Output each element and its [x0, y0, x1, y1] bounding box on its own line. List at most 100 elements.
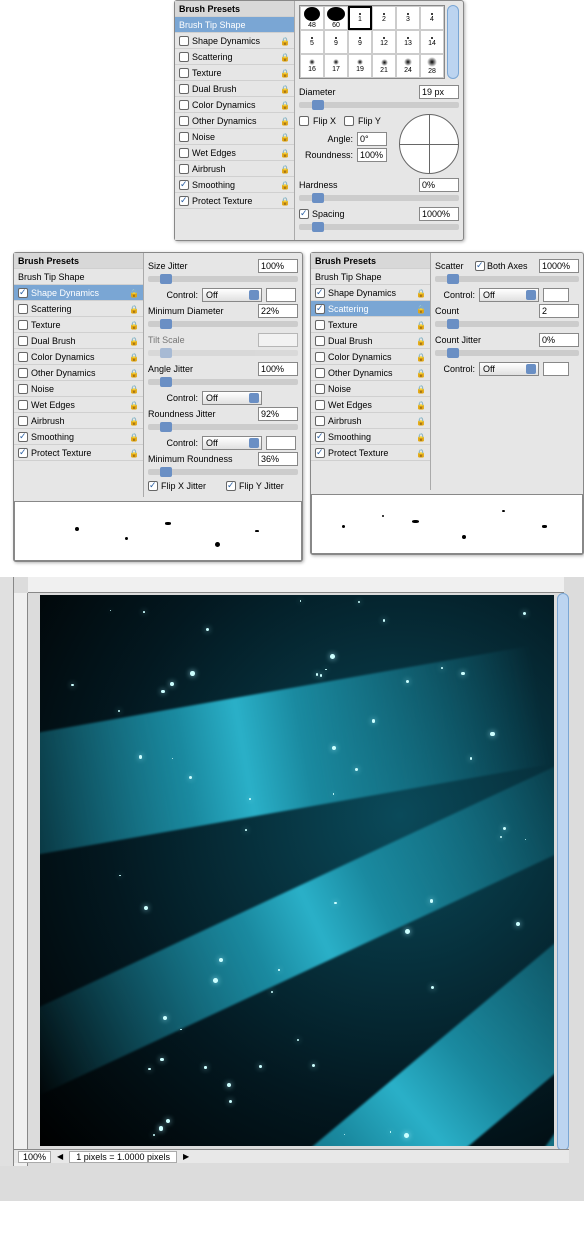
diameter-input[interactable]: 19 px [419, 85, 459, 99]
flipx-checkbox[interactable] [299, 116, 309, 126]
sidebar-item-other-dynamics[interactable]: Other Dynamics [175, 113, 294, 129]
min-roundness-slider[interactable] [148, 469, 298, 475]
sidebar-item-texture[interactable]: Texture [14, 317, 143, 333]
lock-icon[interactable] [129, 400, 139, 410]
checkbox[interactable] [315, 320, 325, 330]
lock-icon[interactable] [416, 400, 426, 410]
min-roundness-input[interactable]: 36% [258, 452, 298, 466]
checkbox[interactable] [315, 368, 325, 378]
lock-icon[interactable] [280, 164, 290, 174]
sidebar-item-shape-dynamics[interactable]: Shape Dynamics [311, 285, 430, 301]
angle-input[interactable]: 0° [357, 132, 387, 146]
checkbox[interactable] [315, 432, 325, 442]
angle-control-dropdown[interactable]: Off [202, 391, 262, 405]
brush-thumbnail[interactable]: 24 [396, 54, 420, 78]
lock-icon[interactable] [416, 352, 426, 362]
count-slider[interactable] [435, 321, 579, 327]
lock-icon[interactable] [416, 368, 426, 378]
lock-icon[interactable] [129, 416, 139, 426]
sidebar-item-noise[interactable]: Noise [175, 129, 294, 145]
vertical-ruler[interactable] [14, 593, 28, 1166]
flipy-checkbox[interactable] [344, 116, 354, 126]
checkbox[interactable] [18, 320, 28, 330]
sidebar-item-scattering[interactable]: Scattering [14, 301, 143, 317]
checkbox[interactable] [18, 288, 28, 298]
count-input[interactable]: 2 [539, 304, 579, 318]
sidebar-item-airbrush[interactable]: Airbrush [14, 413, 143, 429]
sidebar-item-airbrush[interactable]: Airbrush [311, 413, 430, 429]
brush-thumbnail[interactable]: 2 [372, 6, 396, 30]
sidebar-item-airbrush[interactable]: Airbrush [175, 161, 294, 177]
roundness-jitter-slider[interactable] [148, 424, 298, 430]
sidebar-item-color-dynamics[interactable]: Color Dynamics [175, 97, 294, 113]
lock-icon[interactable] [416, 304, 426, 314]
lock-icon[interactable] [280, 52, 290, 62]
brush-presets-header[interactable]: Brush Presets [311, 253, 430, 269]
sidebar-item-dual-brush[interactable]: Dual Brush [14, 333, 143, 349]
min-diameter-input[interactable]: 22% [258, 304, 298, 318]
checkbox[interactable] [179, 116, 189, 126]
lock-icon[interactable] [129, 336, 139, 346]
angle-wheel[interactable] [399, 114, 459, 174]
lock-icon[interactable] [280, 132, 290, 142]
lock-icon[interactable] [416, 432, 426, 442]
flipx-jitter-checkbox[interactable] [148, 481, 158, 491]
brush-thumbnail[interactable]: 19 [348, 54, 372, 78]
sidebar-item-wet-edges[interactable]: Wet Edges [175, 145, 294, 161]
checkbox[interactable] [315, 400, 325, 410]
sidebar-item-dual-brush[interactable]: Dual Brush [311, 333, 430, 349]
scatter-input[interactable]: 1000% [539, 259, 579, 273]
roundness-input[interactable]: 100% [357, 148, 387, 162]
checkbox[interactable] [18, 400, 28, 410]
brush-thumbnail[interactable]: 9 [324, 30, 348, 54]
checkbox[interactable] [315, 288, 325, 298]
brush-grid-scrollbar[interactable] [447, 5, 459, 79]
sidebar-item-smoothing[interactable]: Smoothing [175, 177, 294, 193]
scatter-control-dropdown[interactable]: Off [479, 288, 539, 302]
checkbox[interactable] [18, 304, 28, 314]
sidebar-item-brush-tip-shape[interactable]: Brush Tip Shape [311, 269, 430, 285]
checkbox[interactable] [315, 448, 325, 458]
hardness-slider[interactable] [299, 195, 459, 201]
spacing-slider[interactable] [299, 224, 459, 230]
checkbox[interactable] [315, 416, 325, 426]
brush-thumbnail[interactable]: 9 [348, 30, 372, 54]
brush-thumbnail[interactable]: 5 [300, 30, 324, 54]
size-jitter-input[interactable]: 100% [258, 259, 298, 273]
lock-icon[interactable] [280, 180, 290, 190]
sidebar-item-brush-tip-shape[interactable]: Brush Tip Shape [14, 269, 143, 285]
checkbox[interactable] [18, 448, 28, 458]
brush-thumbnail[interactable]: 21 [372, 54, 396, 78]
roundness-control-input[interactable] [266, 436, 296, 450]
sidebar-item-shape-dynamics[interactable]: Shape Dynamics [14, 285, 143, 301]
brush-thumbnail[interactable]: 3 [396, 6, 420, 30]
sidebar-item-protect-texture[interactable]: Protect Texture [14, 445, 143, 461]
brush-thumbnail[interactable]: 4 [420, 6, 444, 30]
diameter-slider[interactable]: .slider::after{left:8%} [299, 102, 459, 108]
horizontal-ruler[interactable] [28, 577, 564, 593]
brush-thumbnail[interactable]: 1 [348, 6, 372, 30]
vertical-scrollbar[interactable] [557, 593, 569, 1151]
lock-icon[interactable] [129, 288, 139, 298]
size-jitter-slider[interactable] [148, 276, 298, 282]
lock-icon[interactable] [416, 288, 426, 298]
lock-icon[interactable] [280, 68, 290, 78]
lock-icon[interactable] [416, 384, 426, 394]
roundness-control-dropdown[interactable]: Off [202, 436, 262, 450]
scatter-control-input[interactable] [543, 288, 569, 302]
checkbox[interactable] [18, 432, 28, 442]
lock-icon[interactable] [129, 384, 139, 394]
spacing-input[interactable]: 1000% [419, 207, 459, 221]
hardness-input[interactable]: 0% [419, 178, 459, 192]
sidebar-item-protect-texture[interactable]: Protect Texture [311, 445, 430, 461]
lock-icon[interactable] [416, 336, 426, 346]
lock-icon[interactable] [280, 148, 290, 158]
sidebar-item-noise[interactable]: Noise [14, 381, 143, 397]
sidebar-item-color-dynamics[interactable]: Color Dynamics [311, 349, 430, 365]
lock-icon[interactable] [129, 304, 139, 314]
lock-icon[interactable] [280, 100, 290, 110]
brush-thumbnail[interactable]: 13 [396, 30, 420, 54]
tool-column[interactable] [0, 577, 14, 1166]
brush-presets-header[interactable]: Brush Presets [175, 1, 294, 17]
count-jitter-input[interactable]: 0% [539, 333, 579, 347]
